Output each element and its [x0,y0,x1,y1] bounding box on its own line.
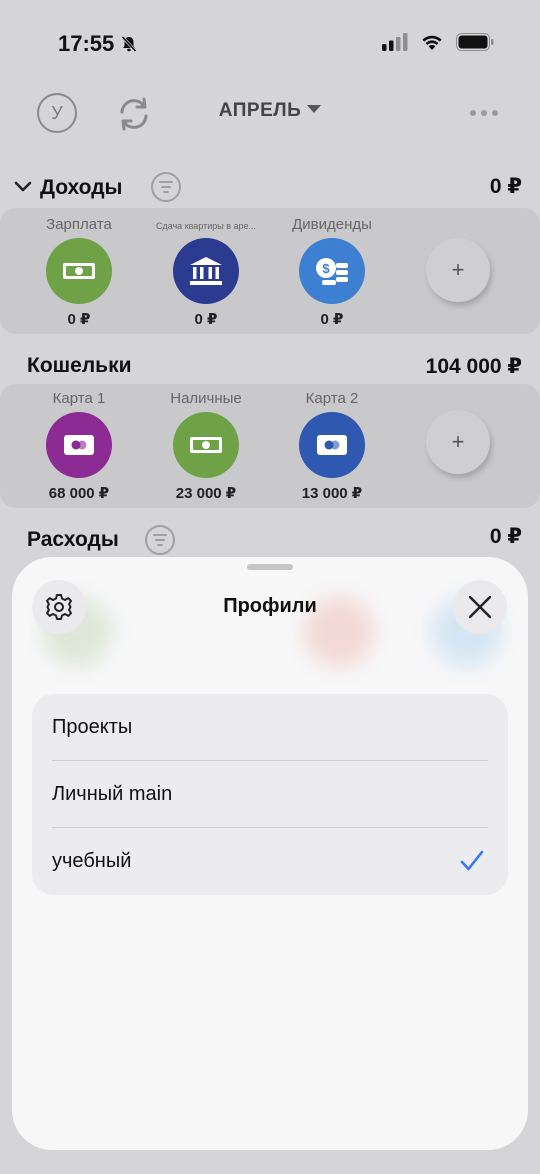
filter-icon[interactable] [145,525,175,555]
tile-amount: 13 000 ₽ [301,485,363,502]
tile-amount: 0 ₽ [67,311,91,328]
profiles-sheet: Профили Проекты Личный main учебный [12,557,528,1150]
income-title: Доходы [40,176,123,199]
sheet-title: Профили [223,595,317,617]
profile-name: учебный [52,850,132,872]
cellular-signal-icon [382,33,408,51]
tile-amount: 0 ₽ [320,311,344,328]
month-selector[interactable]: АПРЕЛЬ [0,100,540,122]
wallets-total: 104 000 ₽ [425,355,522,378]
tile-label: Наличные [170,390,242,407]
add-wallet-button[interactable]: + [426,410,490,474]
wallet-tile-card1[interactable]: Карта 1 68 000 ₽ [14,390,144,502]
income-tile-rent[interactable]: Сдача квартиры в аре... 0 ₽ [141,216,271,328]
status-icons [382,33,494,51]
income-tile-salary[interactable]: Зарплата 0 ₽ [14,216,144,328]
card-icon [299,412,365,478]
income-tile-dividends[interactable]: Дивиденды $ 0 ₽ [267,216,397,328]
tile-label: Карта 2 [305,390,359,407]
battery-icon [456,33,494,51]
wallet-tile-cash[interactable]: Наличные 23 000 ₽ [141,390,271,502]
bank-icon [173,238,239,304]
month-label: АПРЕЛЬ [218,100,302,121]
tile-amount: 23 000 ₽ [175,485,237,502]
wallet-tile-card2[interactable]: Карта 2 13 000 ₽ [267,390,397,502]
plus-label: + [451,429,465,454]
caret-down-icon [307,105,322,113]
tile-amount: 0 ₽ [194,311,218,328]
sheet-grabber[interactable] [247,564,293,570]
expenses-title: Расходы [27,528,119,551]
cash-icon [173,412,239,478]
wallets-title: Кошельки [27,354,132,377]
sheet-header: Профили [12,573,528,643]
cash-icon [46,238,112,304]
coins-icon: $ [299,238,365,304]
status-bar: 17:55 [0,0,540,80]
wallets-header: Кошельки 104 000 ₽ [0,348,540,384]
bell-muted-icon [121,35,137,53]
svg-text:$: $ [322,261,330,276]
profiles-list: Проекты Личный main учебный [32,694,508,895]
filter-icon[interactable] [151,172,181,202]
tile-label: Сдача квартиры в аре... [155,221,257,231]
add-income-button[interactable]: + [426,238,490,302]
profile-item-selected[interactable]: учебный [32,828,508,895]
tile-label: Карта 1 [52,390,106,407]
clock-label: 17:55 [58,31,115,56]
income-total: 0 ₽ [489,175,522,198]
income-header[interactable]: Доходы 0 ₽ [0,170,540,206]
wallets-card: Карта 1 68 000 ₽ Наличные 23 000 ₽ Карта… [0,384,540,508]
tile-label: Зарплата [46,216,112,233]
plus-label: + [451,257,465,282]
profile-item[interactable]: Проекты [32,694,508,761]
chevron-down-icon[interactable] [14,180,32,194]
close-icon[interactable] [453,580,507,634]
income-card: Зарплата 0 ₽ Сдача квартиры в аре... 0 ₽… [0,208,540,334]
top-bar: У АПРЕЛЬ [0,88,540,138]
checkmark-icon [460,850,484,871]
tile-amount: 68 000 ₽ [48,485,110,502]
wifi-icon [422,35,442,50]
profile-item[interactable]: Личный main [32,761,508,828]
more-icon[interactable] [470,110,498,116]
expenses-header: Расходы 0 ₽ [0,522,540,558]
expenses-total: 0 ₽ [489,525,522,548]
card-icon [46,412,112,478]
tile-label: Дивиденды [292,216,372,233]
profile-name: Личный main [52,783,173,805]
profile-name: Проекты [52,716,133,738]
status-time: 17:55 [58,31,138,57]
